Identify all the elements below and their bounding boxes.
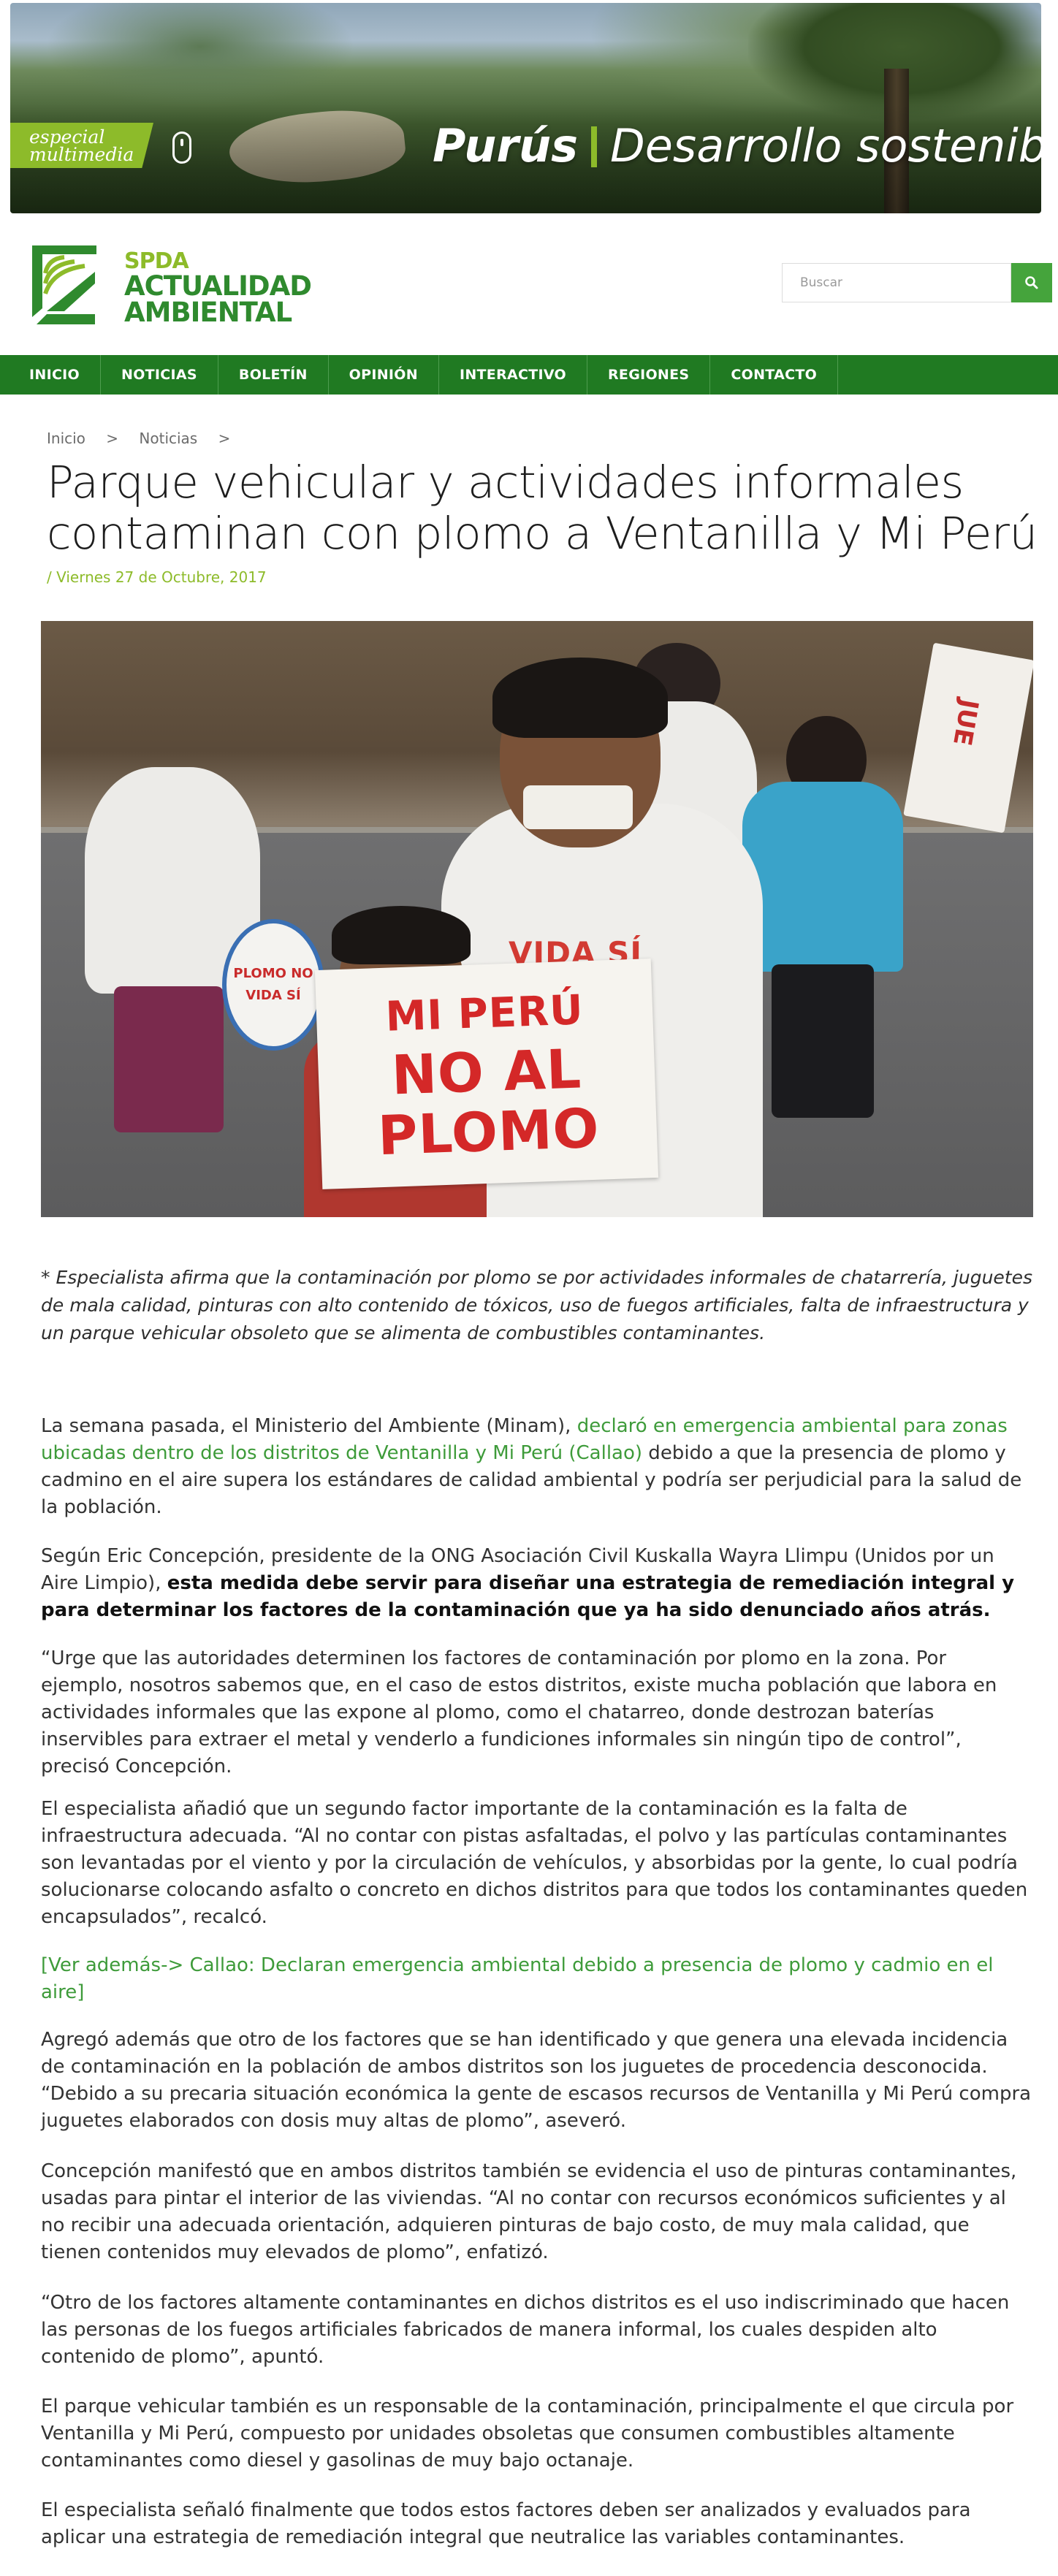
paragraph-8: “Otro de los factores altamente contamin… (41, 2292, 1010, 2368)
especial-multimedia-badge: especial multimedia (10, 123, 153, 168)
nav-item-opinion[interactable]: OPINIÓN (329, 355, 439, 395)
nav-item-noticias[interactable]: NOTICIAS (101, 355, 218, 395)
nav-item-interactivo[interactable]: INTERACTIVO (439, 355, 587, 395)
breadcrumb-separator: > (106, 430, 119, 447)
paragraph-1: La semana pasada, el Ministerio del Ambi… (41, 1413, 1033, 1521)
paragraph-2-strong: esta medida debe servir para diseñar una… (41, 1572, 1015, 1621)
photo-person-right-body (742, 782, 903, 972)
paragraph-2: Según Eric Concepción, presidente de la … (41, 1543, 1033, 1624)
photo-flag: JUE (903, 642, 1033, 834)
breadcrumb-noticias[interactable]: Noticias (139, 430, 197, 447)
see-also-link[interactable]: [Ver además-> Callao: Declaran emergenci… (41, 1952, 1033, 2006)
photo-person-left-legs (114, 986, 224, 1132)
nav-item-regiones[interactable]: REGIONES (587, 355, 711, 395)
site-logo[interactable]: SPDA ACTUALIDAD AMBIENTAL (32, 244, 312, 328)
photo-oval-sign: PLOMO NO VIDA SÍ (222, 919, 324, 1051)
logo-ambiental: AMBIENTAL (124, 297, 292, 328)
breadcrumb-home[interactable]: Inicio (47, 430, 85, 447)
paragraph-10: El especialista señaló finalmente que to… (41, 2499, 971, 2548)
purus-banner[interactable]: especial multimedia Purús Desarrollo sost… (10, 3, 1041, 213)
search-input[interactable] (782, 263, 1011, 302)
logo-wordmark: SPDA ACTUALIDAD AMBIENTAL (124, 250, 312, 328)
breadcrumb: Inicio > Noticias > (47, 430, 246, 447)
nav-item-inicio[interactable]: INICIO (0, 355, 102, 395)
badge-line2: multimedia (29, 144, 134, 165)
logo-actualidad: ACTUALIDAD (124, 270, 312, 302)
banner-title-separator (591, 126, 597, 167)
photo-protest-sign: MI PERÚ NO AL PLOMO (314, 959, 659, 1189)
paragraph-4: El especialista añadió que un segundo fa… (41, 1798, 1028, 1928)
banner-title-light: Desarrollo sostenible (610, 119, 1041, 172)
photo-boy-mask (523, 785, 633, 829)
search-button[interactable] (1011, 263, 1052, 302)
sign-line-2: MI PERÚ (384, 986, 585, 1041)
sign-line-4: PLOMO (376, 1097, 601, 1168)
photo-person-right-legs (772, 964, 874, 1118)
banner-title-bold: Purús (433, 119, 578, 172)
scroll-mouse-icon (172, 132, 191, 164)
main-nav: INICIO NOTICIAS BOLETÍN OPINIÓN INTERACT… (0, 355, 1058, 395)
paragraph-6: Agregó además que otro de los factores q… (41, 2029, 1032, 2132)
paragraph-1-a: La semana pasada, el Ministerio del Ambi… (41, 1415, 577, 1437)
paragraph-3: “Urge que las autoridades determinen los… (41, 1647, 997, 1777)
article-photo: JUE VIDA SÍ PLOMO NO VIDA SÍ MI PERÚ NO … (41, 621, 1033, 1217)
spda-logo-mark-icon (32, 245, 96, 324)
photo-boy-hair (492, 658, 668, 738)
page-title: Parque vehicular y actividades informale… (47, 457, 1038, 560)
nav-item-contacto[interactable]: CONTACTO (710, 355, 839, 395)
nav-item-boletin[interactable]: BOLETÍN (218, 355, 329, 395)
banner-title: Purús Desarrollo sostenible (433, 118, 1041, 174)
article-lead: * Especialista afirma que la contaminaci… (41, 1267, 1033, 1344)
publish-date: / Viernes 27 de Octubre, 2017 (47, 568, 267, 586)
photo-flag-text: JUE (947, 697, 984, 748)
photo-kid-hair (332, 906, 471, 964)
paragraph-9: El parque vehicular también es un respon… (41, 2396, 1014, 2472)
breadcrumb-separator: > (218, 430, 231, 447)
paragraph-7: Concepción manifestó que en ambos distri… (41, 2160, 1017, 2263)
oval-sign-bottom: VIDA SÍ (246, 988, 301, 1003)
sign-line-3: NO AL (390, 1037, 583, 1108)
oval-sign-top: PLOMO NO (233, 966, 313, 981)
search-icon (1025, 276, 1038, 289)
